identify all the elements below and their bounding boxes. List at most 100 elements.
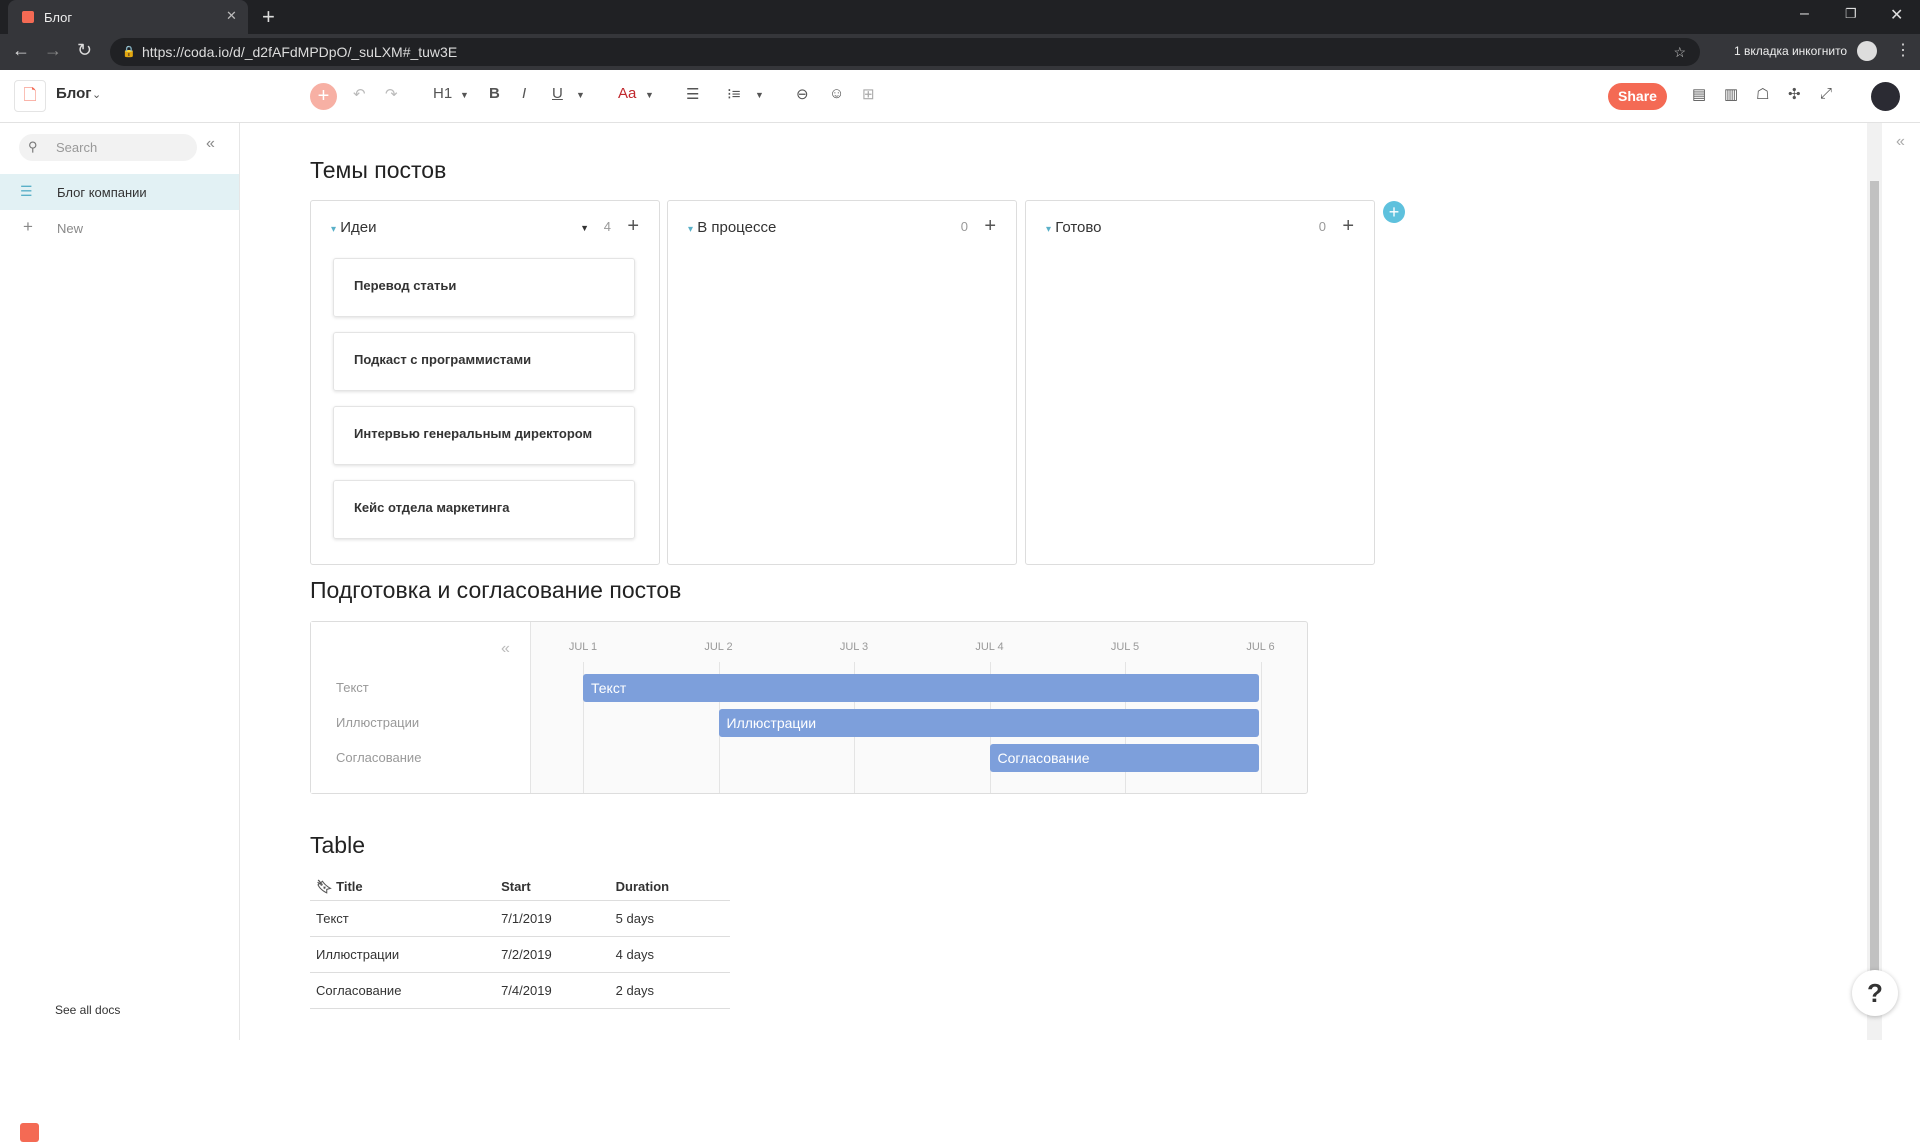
add-card-icon[interactable]: +: [627, 215, 639, 238]
font-color-button[interactable]: Aa: [618, 85, 636, 102]
comments-icon[interactable]: ▤: [1692, 85, 1706, 103]
new-tab-icon[interactable]: +: [262, 4, 275, 30]
address-bar-row: ← → ↻ 🔒 https://coda.io/d/_d2fAFdMPDpO/_…: [0, 34, 1920, 70]
close-tab-icon[interactable]: ✕: [226, 8, 237, 24]
gantt-date-tick: JUL 2: [704, 641, 733, 653]
column-count: 4: [603, 219, 611, 234]
doc-toolbar: 🗋 Блог ⌄ + ↶ ↷ H1 ▼ B I U ▼ Aa ▼ ☰ ⁝≡ ▼ …: [0, 70, 1920, 123]
bold-button[interactable]: B: [489, 85, 500, 102]
collapse-sidebar-icon[interactable]: «: [206, 135, 215, 153]
redo-icon[interactable]: ↷: [385, 85, 398, 103]
add-card-icon[interactable]: +: [1342, 215, 1354, 238]
search-icon: ⚲: [28, 139, 38, 154]
table-cell[interactable]: 7/1/2019: [495, 900, 610, 937]
table-cell[interactable]: Иллюстрации: [310, 936, 496, 973]
table-row[interactable]: Текст 7/1/2019 5 days: [310, 900, 730, 937]
column-header-title[interactable]: 🔖︎ Title: [310, 874, 496, 901]
link-icon[interactable]: ⊖: [796, 85, 809, 103]
table-cell[interactable]: Текст: [310, 900, 496, 937]
table-cell[interactable]: Согласование: [310, 972, 496, 1009]
insert-plus-button[interactable]: +: [310, 83, 337, 110]
kanban-card[interactable]: Интервью генеральным директором: [333, 406, 635, 465]
avatar[interactable]: [1871, 82, 1900, 111]
comment-add-icon[interactable]: ⊞: [862, 85, 875, 103]
dropdown-icon[interactable]: ▼: [580, 223, 589, 233]
font-color-dropdown-icon[interactable]: ▼: [645, 90, 654, 100]
chevron-down-icon[interactable]: ▾: [688, 224, 693, 235]
bookmark-star-icon[interactable]: ☆: [1673, 38, 1686, 66]
chevron-down-icon: ⌄: [92, 89, 102, 101]
browser-tab[interactable]: Блог ✕: [8, 0, 248, 34]
minimize-icon[interactable]: –: [1800, 5, 1809, 23]
kanban-card[interactable]: Перевод статьи: [333, 258, 635, 317]
map-icon[interactable]: ▥: [1724, 85, 1738, 103]
chevron-down-icon[interactable]: ▾: [331, 224, 336, 235]
sidebar-item-blog[interactable]: ☰ Блог компании: [0, 174, 239, 210]
forward-icon[interactable]: →: [44, 40, 62, 61]
help-button[interactable]: ?: [1852, 970, 1898, 1016]
table-cell[interactable]: 7/2/2019: [495, 936, 610, 973]
table-row[interactable]: Согласование 7/4/2019 2 days: [310, 972, 730, 1009]
heading-button[interactable]: H1: [433, 85, 452, 102]
underline-dropdown-icon[interactable]: ▼: [576, 90, 585, 100]
align-icon[interactable]: ☰: [686, 85, 699, 103]
underline-button[interactable]: U: [552, 85, 563, 102]
sidebar-item-label: Блог компании: [57, 185, 147, 200]
browser-menu-icon[interactable]: ⋮: [1895, 40, 1911, 60]
list-icon[interactable]: ⁝≡: [727, 85, 741, 103]
undo-icon[interactable]: ↶: [353, 85, 366, 103]
kanban-column-done: ▾ Готово 0 +: [1025, 200, 1375, 565]
table-row[interactable]: Иллюстрации 7/2/2019 4 days: [310, 936, 730, 973]
share-button[interactable]: Share: [1608, 83, 1667, 110]
gantt-bar[interactable]: Текст: [583, 674, 1259, 702]
table-cell[interactable]: 7/4/2019: [495, 972, 610, 1009]
gantt-bar[interactable]: Согласование: [989, 744, 1259, 772]
gantt-chart: « JUL 1 JUL 2 JUL 3 JUL 4 JUL 5 JUL 6 Текст Тек…: [310, 621, 1308, 794]
lock-icon: 🔒: [122, 46, 136, 58]
chevron-down-icon[interactable]: ▾: [1046, 224, 1051, 235]
gantt-row-label: Иллюстрации: [336, 715, 420, 730]
column-header-start[interactable]: Start: [495, 874, 610, 901]
kanban-card[interactable]: Кейс отдела маркетинга: [333, 480, 635, 539]
kanban-column-in-progress: ▾ В процессе 0 +: [667, 200, 1017, 565]
gantt-bar[interactable]: Иллюстрации: [718, 709, 1259, 737]
heading-dropdown-icon[interactable]: ▼: [460, 90, 469, 100]
plus-icon[interactable]: +: [23, 217, 33, 237]
table-cell[interactable]: 2 days: [609, 972, 730, 1009]
expand-panel-icon[interactable]: «: [1896, 133, 1905, 151]
column-label: Идеи: [340, 219, 377, 236]
scrollbar-thumb[interactable]: [1870, 181, 1879, 971]
scrollbar[interactable]: [1867, 123, 1882, 1040]
list-dropdown-icon[interactable]: ▼: [755, 90, 764, 100]
emoji-icon[interactable]: ☺: [829, 85, 844, 102]
board-icon: ☰: [20, 183, 33, 199]
robot-icon[interactable]: ☖: [1756, 85, 1769, 103]
browser-tab-bar: Блог ✕ + – ❐ ✕: [0, 0, 1920, 34]
collapse-icon[interactable]: «: [501, 640, 510, 658]
doc-icon[interactable]: 🗋: [14, 80, 46, 112]
kanban-title: Темы постов: [310, 157, 447, 183]
search-input[interactable]: ⚲ Search: [19, 134, 197, 161]
packs-puzzle-icon[interactable]: ✣: [1788, 85, 1801, 103]
doc-title-menu[interactable]: Блог: [56, 85, 92, 102]
add-card-icon[interactable]: +: [984, 215, 996, 238]
back-icon[interactable]: ←: [12, 40, 30, 61]
table-cell[interactable]: 5 days: [609, 900, 730, 937]
new-page-button[interactable]: New: [57, 221, 83, 236]
restore-icon[interactable]: ❐: [1845, 6, 1857, 22]
url-text: https://coda.io/d/_d2fAFdMPDpO/_suLXM#_t…: [142, 44, 458, 60]
table-cell[interactable]: 4 days: [609, 936, 730, 973]
italic-button[interactable]: I: [522, 85, 526, 102]
column-count: 0: [960, 219, 968, 234]
kanban-card[interactable]: Подкаст с программистами: [333, 332, 635, 391]
column-header-duration[interactable]: Duration: [609, 874, 730, 901]
gantt-date-tick: JUL 5: [1110, 641, 1140, 653]
add-column-button[interactable]: +: [1383, 201, 1405, 223]
url-input[interactable]: 🔒 https://coda.io/d/_d2fAFdMPDpO/_suLXM#…: [110, 38, 1700, 66]
close-window-icon[interactable]: ✕: [1890, 5, 1903, 25]
gantt-date-tick: JUL 6: [1246, 641, 1275, 653]
see-all-docs-link[interactable]: See all docs: [55, 1003, 120, 1017]
expand-icon[interactable]: ⤢: [1820, 85, 1832, 102]
gantt-gridline: [1260, 662, 1262, 793]
reload-icon[interactable]: ↻: [77, 40, 92, 61]
